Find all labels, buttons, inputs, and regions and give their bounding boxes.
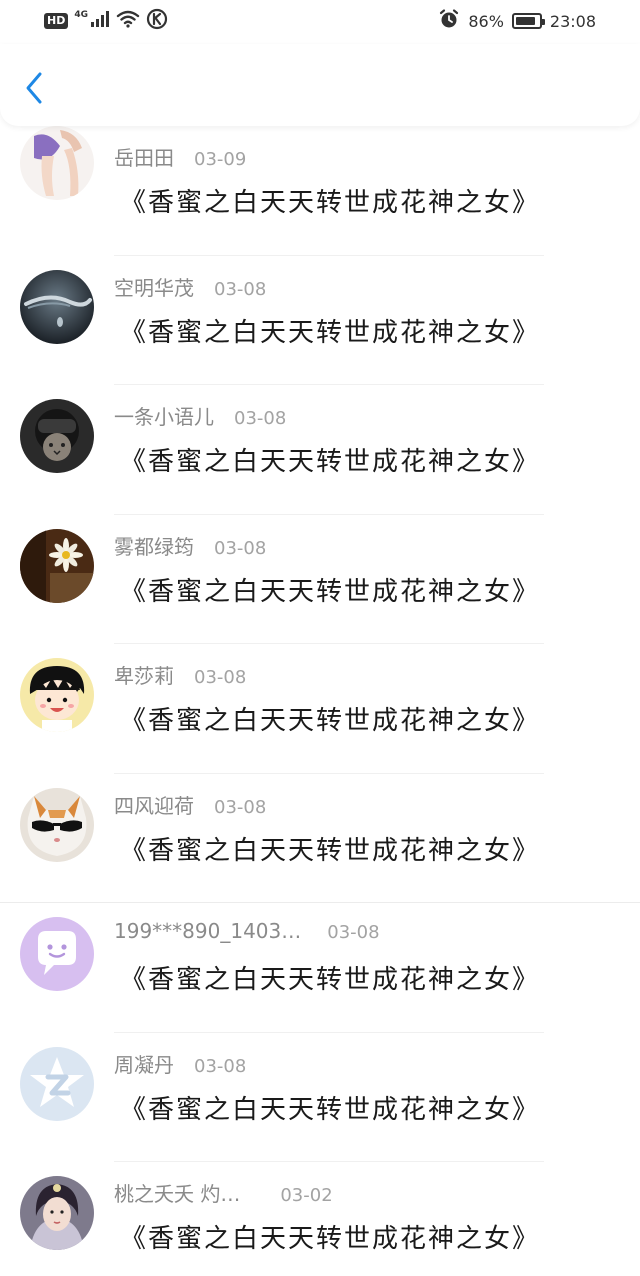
avatar[interactable] [20, 528, 94, 603]
comment-item: 四风迎荷 03-08 《香蜜之白天天转世成花神之女》 [0, 774, 640, 903]
comment-text: 《香蜜之白天天转世成花神之女》 [120, 706, 541, 736]
username[interactable]: 空明华茂 [114, 272, 194, 301]
comment-date: 03-02 [280, 1185, 333, 1206]
username[interactable]: 雾都绿筠 [114, 531, 194, 560]
avatar[interactable] [20, 787, 94, 862]
alarm-clock-icon [438, 8, 460, 34]
comment-text: 《香蜜之白天天转世成花神之女》 [120, 576, 541, 607]
comment-list: 岳田田 03-09 《香蜜之白天天转世成花神之女》 空明华茂 03-08 《香蜜… [0, 126, 640, 1276]
username[interactable]: 一条小语儿 [114, 401, 214, 430]
comment-text: 《香蜜之白天天转世成花神之女》 [120, 1094, 541, 1125]
battery-cap [541, 19, 545, 25]
comment-item: 199***890_1403… 03-08 《香蜜之白天天转世成花神之女》 [0, 903, 640, 1033]
comment-meta: 卑莎莉 03-08 [114, 660, 246, 689]
avatar[interactable] [20, 399, 94, 473]
comment-text: 《香蜜之白天天转世成花神之女》 [120, 317, 541, 348]
comment-date: 03-09 [194, 149, 247, 170]
comment-date: 03-08 [327, 922, 380, 943]
username[interactable]: 岳田田 [114, 142, 174, 171]
comment-meta: 一条小语儿 03-08 [114, 401, 286, 430]
comment-item: 桃之夭夭 灼… 03-02 《香蜜之白天天转世成花神之女》 [0, 1162, 640, 1276]
avatar[interactable] [20, 1176, 94, 1250]
comment-date: 03-08 [234, 408, 287, 429]
comment-text: 《香蜜之白天天转世成花神之女》 [120, 835, 541, 866]
status-left: HD 4G [44, 8, 168, 34]
clock-time: 23:08 [549, 11, 596, 31]
comment-item: 雾都绿筠 03-08 《香蜜之白天天转世成花神之女》 [0, 515, 640, 644]
comment-item: 空明华茂 03-08 《香蜜之白天天转世成花神之女》 [0, 256, 640, 385]
comment-meta: 四风迎荷 03-08 [114, 790, 266, 819]
wifi-icon [116, 10, 140, 32]
comment-text: 《香蜜之白天天转世成花神之女》 [120, 1224, 541, 1254]
comment-meta: 199***890_1403… 03-08 [114, 919, 380, 943]
status-right: 86% 23:08 [438, 8, 596, 34]
comment-date: 03-08 [214, 796, 267, 818]
avatar[interactable] [20, 917, 94, 991]
comment-item: 周凝丹 03-08 《香蜜之白天天转世成花神之女》 [0, 1033, 640, 1162]
comment-meta: 岳田田 03-09 [114, 142, 246, 171]
avatar[interactable] [20, 658, 94, 732]
comment-item: 一条小语儿 03-08 《香蜜之白天天转世成花神之女》 [0, 385, 640, 515]
status-bar: HD 4G 86% 23:08 [0, 0, 640, 44]
chevron-left-icon [26, 72, 42, 104]
battery-percent: 86% [468, 11, 504, 31]
comment-text: 《香蜜之白天天转世成花神之女》 [120, 447, 541, 477]
comment-meta: 空明华茂 03-08 [114, 272, 266, 301]
comment-item: 卑莎莉 03-08 《香蜜之白天天转世成花神之女》 [0, 644, 640, 774]
username[interactable]: 周凝丹 [114, 1049, 174, 1078]
comment-date: 03-08 [194, 667, 247, 688]
top-header [0, 44, 640, 126]
hd-badge: HD [44, 13, 69, 29]
battery-fill [515, 17, 535, 25]
battery-icon [511, 13, 545, 29]
network-type: 4G [74, 10, 88, 20]
avatar[interactable] [20, 126, 94, 200]
comment-text: 《香蜜之白天天转世成花神之女》 [120, 965, 541, 995]
comment-meta: 桃之夭夭 灼… 03-02 [114, 1178, 333, 1207]
comment-meta: 雾都绿筠 03-08 [114, 531, 266, 560]
comment-item: 岳田田 03-09 《香蜜之白天天转世成花神之女》 [0, 126, 640, 256]
avatar[interactable] [20, 269, 94, 344]
comment-date: 03-08 [194, 1055, 247, 1077]
comment-meta: 周凝丹 03-08 [114, 1049, 246, 1078]
signal-bars-icon [90, 10, 110, 32]
username[interactable]: 四风迎荷 [114, 790, 194, 819]
comment-date: 03-08 [214, 537, 267, 559]
comment-date: 03-08 [214, 278, 267, 300]
avatar[interactable] [20, 1046, 94, 1121]
k-circle-icon [146, 8, 168, 34]
username[interactable]: 199***890_1403… [114, 919, 301, 943]
comment-text: 《香蜜之白天天转世成花神之女》 [120, 188, 541, 218]
username[interactable]: 卑莎莉 [114, 660, 174, 689]
username[interactable]: 桃之夭夭 灼… [114, 1178, 240, 1207]
back-button[interactable] [18, 68, 54, 108]
